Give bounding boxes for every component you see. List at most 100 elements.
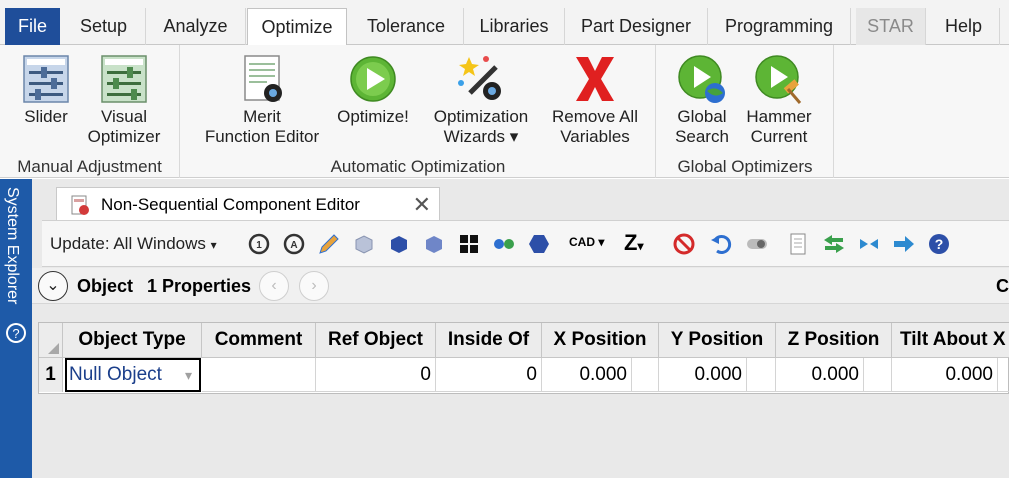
inside-of-cell[interactable]: 0 — [436, 358, 542, 392]
remove-label-1: Remove All — [552, 107, 638, 126]
play-icon — [350, 56, 396, 102]
optimize-label: Optimize! — [337, 107, 409, 126]
svg-text:?: ? — [935, 236, 944, 252]
help-icon[interactable]: ? — [5, 322, 27, 344]
tab-part-designer[interactable]: Part Designer — [565, 8, 708, 45]
z-position-cell[interactable]: 0.000 — [776, 358, 864, 392]
comment-cell[interactable] — [202, 358, 316, 392]
red-x-icon — [576, 57, 614, 101]
dots-icon[interactable] — [492, 232, 516, 256]
x-position-solve-cell[interactable] — [632, 358, 659, 392]
doc-icon[interactable] — [786, 232, 810, 256]
svg-text:?: ? — [12, 326, 19, 341]
hammer-current-button[interactable]: Hammer Current — [741, 53, 817, 147]
clipped-label: Co — [996, 276, 1009, 296]
group-manual-adjustment: Slider Visual Optimizer Manual Adjustmen… — [0, 45, 180, 178]
group-global-optimizers: Global Search Hammer Current Global Opti… — [657, 45, 834, 178]
ribbon: Slider Visual Optimizer Manual Adjustmen… — [0, 45, 1009, 178]
close-icon[interactable]: ✕ — [413, 188, 431, 221]
tab-libraries[interactable]: Libraries — [464, 8, 565, 45]
tab-help[interactable]: Help — [928, 8, 1000, 45]
z-dropdown[interactable]: Z▾ — [624, 230, 643, 256]
y-position-solve-cell[interactable] — [747, 358, 776, 392]
header-ref-object[interactable]: Ref Object — [316, 323, 436, 358]
chevron-down-icon: ▾ — [598, 235, 605, 249]
tab-file[interactable]: File — [5, 8, 60, 45]
svg-text:A: A — [290, 240, 297, 251]
chevron-right-icon: › — [311, 277, 317, 294]
header-x-position[interactable]: X Position — [542, 323, 659, 358]
chevron-down-icon: ▾ — [184, 367, 192, 383]
row-number[interactable]: 1 — [39, 358, 63, 392]
collapse-button[interactable]: ⌄ — [38, 271, 68, 301]
arrows-icon[interactable] — [822, 232, 846, 256]
ref-object-cell[interactable]: 0 — [316, 358, 436, 392]
hammer-label-1: Hammer — [746, 107, 812, 126]
system-explorer-panel[interactable]: System Explorer ? — [0, 179, 32, 478]
pencil-icon[interactable] — [317, 232, 341, 256]
arrow-right-icon[interactable] — [892, 232, 916, 256]
undo-icon[interactable] — [709, 232, 733, 256]
globe-play-icon — [678, 55, 725, 103]
toggle-icon[interactable] — [745, 232, 769, 256]
update-dropdown[interactable]: Update: All Windows ▾ — [50, 234, 217, 254]
object-type-value: Null Object — [69, 364, 162, 385]
chevron-down-icon: ▾ — [509, 127, 519, 146]
wizards-label-2: Wizards ▾ — [443, 127, 519, 146]
chevron-down-icon: ▾ — [210, 238, 217, 252]
merit-label-2: Function Editor — [204, 127, 320, 146]
solid-icon[interactable] — [387, 232, 411, 256]
z-icon: Z — [624, 230, 638, 255]
nsc-editor-icon — [71, 195, 89, 215]
block-icon[interactable] — [422, 232, 446, 256]
object-type-dropdown[interactable]: Null Object ▾ — [65, 358, 201, 392]
merit-function-editor-button[interactable]: Merit Function Editor — [197, 53, 327, 147]
slider-button[interactable]: Slider — [12, 53, 80, 127]
hexagon-icon[interactable] — [527, 232, 551, 256]
help-icon[interactable]: ? — [927, 232, 951, 256]
header-object-type[interactable]: Object Type — [63, 323, 202, 358]
object-label: Object — [77, 276, 134, 296]
hammer-play-icon — [755, 55, 802, 104]
prev-button[interactable]: ‹ — [259, 271, 289, 301]
corner-triangle-icon — [48, 343, 59, 354]
tilt-x-solve-cell[interactable] — [998, 358, 1009, 392]
select-all-corner[interactable] — [39, 323, 63, 358]
no-icon[interactable] — [672, 232, 696, 256]
global-search-button[interactable]: Global Search — [667, 53, 737, 147]
z-position-solve-cell[interactable] — [864, 358, 892, 392]
tab-analyze[interactable]: Analyze — [146, 8, 246, 45]
header-comment[interactable]: Comment — [202, 323, 316, 358]
magic-wand-icon — [458, 56, 501, 100]
cad-dropdown[interactable]: CAD ▾ — [569, 235, 604, 249]
header-y-position[interactable]: Y Position — [659, 323, 776, 358]
cube-icon[interactable] — [352, 232, 376, 256]
optimize-button[interactable]: Optimize! — [331, 53, 415, 127]
svg-text:1: 1 — [256, 240, 262, 251]
optimization-wizards-button[interactable]: Optimization Wizards ▾ — [421, 53, 541, 147]
tab-non-sequential-editor[interactable]: Non-Sequential Component Editor ✕ — [56, 187, 440, 220]
shrink-icon[interactable] — [857, 232, 881, 256]
tab-tolerance[interactable]: Tolerance — [349, 8, 464, 45]
next-button[interactable]: › — [299, 271, 329, 301]
chevron-down-icon: ⌄ — [46, 277, 60, 294]
remove-all-variables-button[interactable]: Remove All Variables — [543, 53, 647, 147]
tab-setup[interactable]: Setup — [62, 8, 146, 45]
tilt-x-cell[interactable]: 0.000 — [892, 358, 998, 392]
y-position-cell[interactable]: 0.000 — [659, 358, 747, 392]
header-tilt-about-x[interactable]: Tilt About X — [892, 323, 1009, 358]
object-bar: ⌄ Object 1 Properties ‹ › Co — [32, 268, 1009, 304]
cad-icon: CAD — [569, 235, 595, 249]
group-label-global: Global Optimizers — [677, 157, 813, 176]
tab-programming[interactable]: Programming — [708, 8, 851, 45]
editor-tab-title: Non-Sequential Component Editor — [101, 195, 360, 214]
tab-star: STAR — [856, 8, 926, 45]
grid-icon[interactable] — [457, 232, 481, 256]
tab-optimize[interactable]: Optimize — [247, 8, 347, 46]
auto-icon[interactable]: A — [282, 232, 306, 256]
x-position-cell[interactable]: 0.000 — [542, 358, 632, 392]
visual-optimizer-button[interactable]: Visual Optimizer — [84, 53, 164, 147]
header-z-position[interactable]: Z Position — [776, 323, 892, 358]
reload-icon[interactable]: 1 — [247, 232, 271, 256]
header-inside-of[interactable]: Inside Of — [436, 323, 542, 358]
